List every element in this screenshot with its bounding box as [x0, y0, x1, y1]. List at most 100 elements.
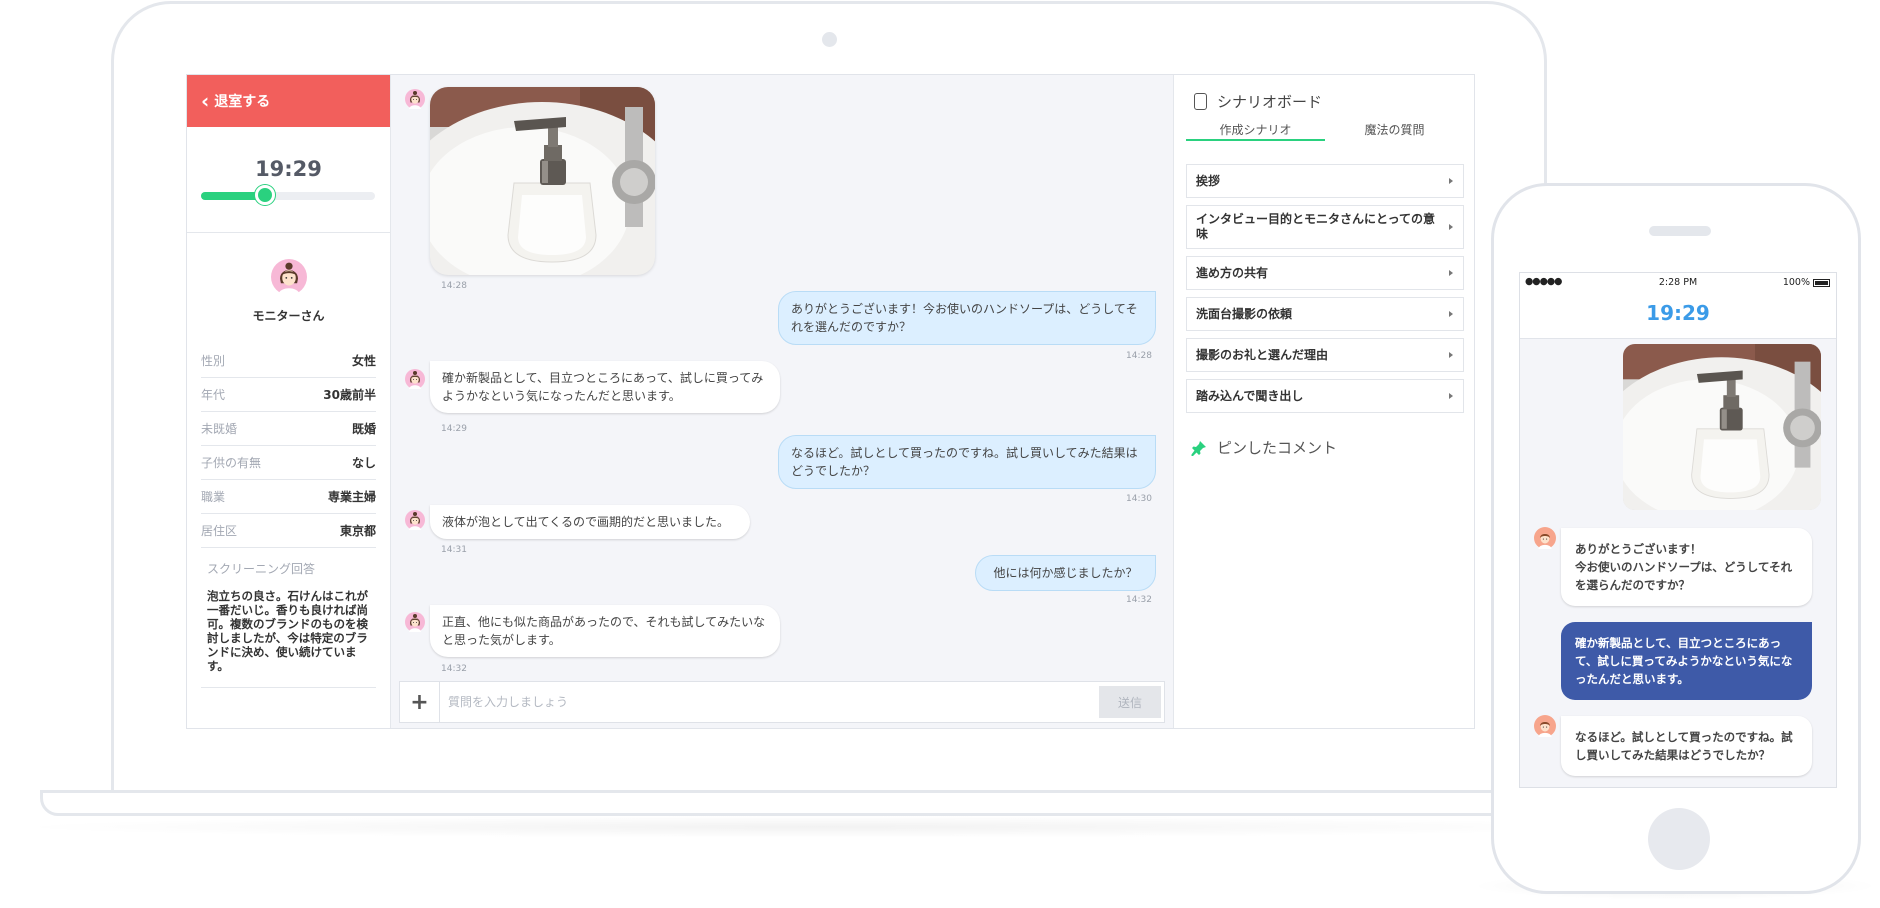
pin-icon [1191, 440, 1206, 456]
time-progress-slider[interactable] [201, 185, 375, 205]
soap-dispenser-photo [1623, 344, 1821, 510]
plus-icon: + [410, 689, 429, 715]
message-timestamp: 14:32 [441, 664, 467, 674]
answer-bubble: 正直、他にも似た商品があったので、それも試してみたいなと思った気がします。 [430, 605, 780, 657]
attribute-label: 居住区 [201, 524, 238, 538]
soap-dispenser-photo [430, 87, 655, 275]
battery-icon [1813, 278, 1830, 287]
attribute-label: 年代 [201, 388, 226, 402]
monitor-profile: モニターさん [187, 233, 390, 324]
scenario-tabs: 作成シナリオ 魔法の質問 [1186, 119, 1464, 141]
attribute-row: 子供の有無 なし [201, 446, 376, 480]
smartphone: ●●●●● 2:28 PM 100% 19:29 ありがとうございます！ 今お使… [1491, 183, 1861, 894]
laptop-screen: ‹ 退室する 19:29 モニターさん 性別 女性 年代 30歳前半 未既婚 既婚 子… [186, 74, 1475, 729]
scenario-board-title: シナリオボード [1217, 93, 1323, 111]
scenario-item-label: 撮影のお礼と選んだ理由 [1196, 347, 1329, 362]
laptop-camera [822, 32, 837, 47]
scenario-item-label: 進め方の共有 [1196, 265, 1269, 280]
answer-bubble: 液体が泡として出てくるので画期的だと思いました。 [430, 505, 750, 539]
scenario-item[interactable]: 踏み込んで聞き出し [1186, 379, 1464, 413]
monitor-avatar-icon [405, 612, 425, 632]
scenario-item-label: インタビュー目的とモニタさんにとっての意味 [1196, 212, 1436, 241]
scenario-item[interactable]: 洗面台撮影の依頼 [1186, 297, 1464, 331]
attribute-label: 子供の有無 [201, 456, 262, 470]
exit-room-button[interactable]: ‹ 退室する [187, 75, 390, 127]
message-timestamp: 14:30 [1126, 494, 1152, 504]
phone-speaker [1649, 226, 1711, 236]
section-divider [201, 687, 376, 688]
chat-photo-message[interactable] [430, 87, 655, 275]
tab-created-scenario[interactable]: 作成シナリオ [1186, 119, 1325, 141]
attribute-row: 未既婚 既婚 [201, 412, 376, 446]
attribute-value: 30歳前半 [323, 388, 376, 402]
scenario-item-label: 挨拶 [1196, 173, 1221, 188]
caret-right-icon [1449, 311, 1453, 317]
elapsed-timer: 19:29 [255, 157, 322, 181]
scenario-board-panel: シナリオボード 作成シナリオ 魔法の質問 挨拶 インタビュー目的とモニタさんにと… [1173, 75, 1474, 728]
scenario-item[interactable]: 挨拶 [1186, 164, 1464, 198]
message-timestamp: 14:28 [441, 281, 467, 291]
phone-question-bubble: ありがとうございます！ 今お使いのハンドソープは、どうしてそれを選らんだのですか… [1561, 528, 1812, 606]
question-input[interactable] [448, 692, 1068, 712]
scenario-board-header: シナリオボード [1194, 91, 1322, 112]
message-timestamp: 14:31 [441, 545, 467, 555]
pinned-comments-toggle[interactable]: ピンしたコメント [1191, 437, 1337, 458]
message-composer: + 送信 [399, 681, 1165, 723]
scenario-item-label: 洗面台撮影の依頼 [1196, 306, 1293, 321]
attribute-label: 職業 [201, 490, 226, 504]
question-bubble: なるほど。試しとして買ったのですね。試し買いしてみた結果はどうでしたか？ [778, 435, 1156, 489]
screening-label: スクリーニング回答 [207, 562, 316, 576]
interviewer-avatar-icon [1534, 527, 1556, 549]
scenario-item[interactable]: 撮影のお礼と選んだ理由 [1186, 338, 1464, 372]
caret-right-icon [1449, 352, 1453, 358]
caret-right-icon [1449, 224, 1453, 230]
attribute-row: 職業 専業主婦 [201, 480, 376, 514]
attribute-label: 未既婚 [201, 422, 238, 436]
chevron-left-icon: ‹ [201, 89, 210, 113]
attribute-row: 年代 30歳前半 [201, 378, 376, 412]
message-timestamp: 14:32 [1126, 595, 1152, 605]
battery-status: 100% [1783, 277, 1830, 288]
phone-status-bar: ●●●●● 2:28 PM 100% [1520, 273, 1836, 291]
monitor-attributes: 性別 女性 年代 30歳前半 未既婚 既婚 子供の有無 なし 職業 専業主婦 居住区 東京都 [201, 344, 376, 548]
scenario-item-label: 踏み込んで聞き出し [1196, 388, 1304, 403]
caret-right-icon [1449, 178, 1453, 184]
tab-magic-questions[interactable]: 魔法の質問 [1325, 119, 1464, 141]
monitor-avatar-icon [405, 369, 425, 389]
phone-home-button[interactable] [1648, 808, 1710, 870]
attribute-row: 居住区 東京都 [201, 514, 376, 548]
answer-bubble: 確か新製品として、目立つところにあって、試しに買ってみようかなという気になったん… [430, 361, 780, 413]
phone-photo-message[interactable] [1623, 344, 1821, 510]
phone-screen: ●●●●● 2:28 PM 100% 19:29 ありがとうございます！ 今お使… [1519, 272, 1837, 788]
scenario-item[interactable]: インタビュー目的とモニタさんにとっての意味 [1186, 205, 1464, 249]
monitor-avatar-icon [271, 259, 307, 295]
phone-answer-bubble: 確か新製品として、目立つところにあって、試しに買ってみようかなという気になったん… [1561, 622, 1812, 700]
attribute-value: 既婚 [351, 422, 376, 436]
scenario-list: 挨拶 インタビュー目的とモニタさんにとっての意味 進め方の共有 洗面台撮影の依頼… [1186, 164, 1464, 420]
timer-section: 19:29 [187, 127, 390, 233]
monitor-info-panel: ‹ 退室する 19:29 モニターさん 性別 女性 年代 30歳前半 未既婚 既婚 子… [187, 75, 391, 728]
attribute-value: なし [351, 456, 376, 470]
attribute-value: 女性 [351, 354, 376, 368]
interviewer-avatar-icon [1534, 715, 1556, 737]
attribute-row: 性別 女性 [201, 344, 376, 378]
attribute-value: 東京都 [339, 524, 376, 538]
monitor-avatar-icon [405, 89, 425, 109]
monitor-name: モニターさん [252, 309, 325, 323]
battery-percent: 100% [1782, 277, 1810, 288]
attribute-value: 専業主婦 [327, 490, 376, 504]
screening-answer: 泡立ちの良さ。石けんはこれが一番だいじ。香りも良ければ尚可。複数のブランドのもの… [207, 589, 368, 673]
phone-question-bubble: なるほど。試しとして買ったのですね。試し買いしてみた結果はどうでしたか？ [1561, 716, 1812, 776]
chat-message-list[interactable]: 14:28 ありがとうございます！今お使いのハンドソープは、どうしてそれを選んだ… [391, 75, 1173, 679]
send-button[interactable]: 送信 [1099, 686, 1161, 718]
caret-right-icon [1449, 270, 1453, 276]
laptop-base [40, 790, 1600, 816]
chat-panel: 14:28 ありがとうございます！今お使いのハンドソープは、どうしてそれを選んだ… [391, 75, 1173, 728]
message-timestamp: 14:28 [1126, 351, 1152, 361]
phone-elapsed-timer: 19:29 [1520, 291, 1836, 339]
scenario-item[interactable]: 進め方の共有 [1186, 256, 1464, 290]
attribute-label: 性別 [201, 354, 226, 368]
exit-room-label: 退室する [214, 94, 271, 110]
attach-plus-button[interactable]: + [400, 682, 440, 722]
monitor-avatar-icon [405, 510, 425, 530]
